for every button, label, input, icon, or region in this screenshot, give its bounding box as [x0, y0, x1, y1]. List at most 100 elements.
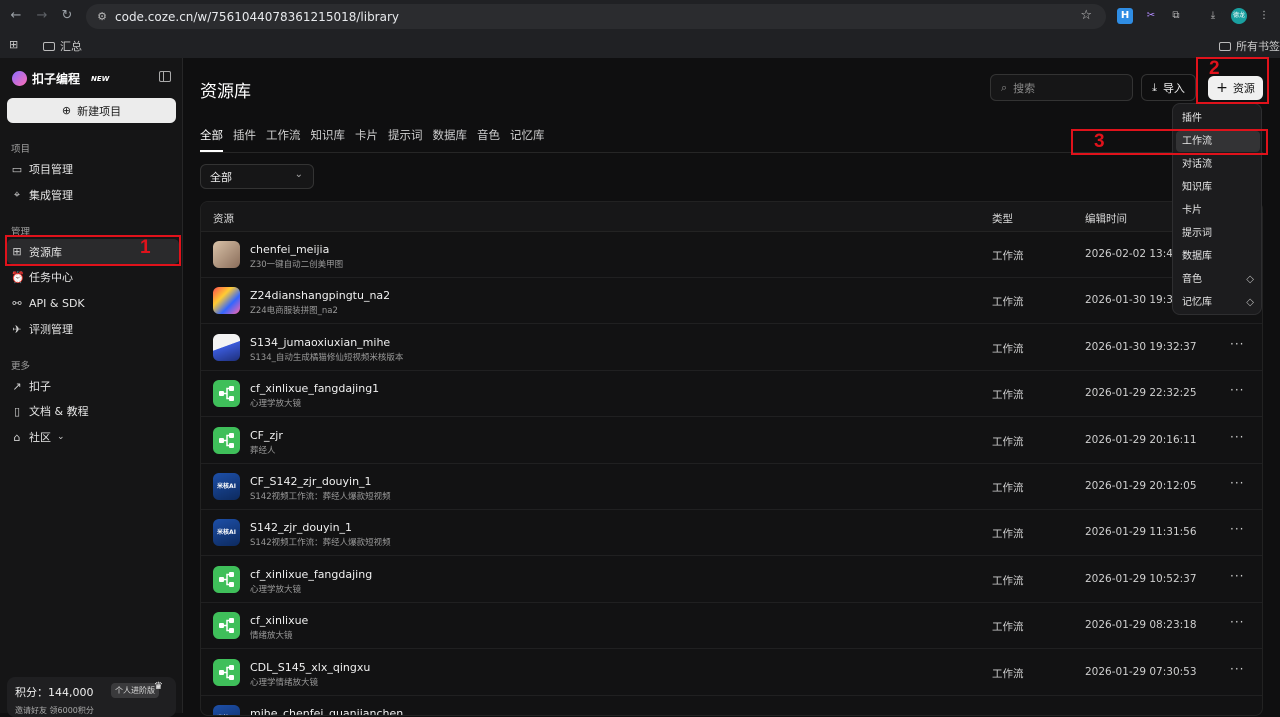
resource-description: Z24电商服装拼图_na2: [250, 306, 338, 317]
sidebar-item-evaluation[interactable]: ✈ 评测管理: [11, 319, 73, 339]
table-row[interactable]: 米核AI CF_S142_zjr_douyin_1 S142视频工作流：葬经人爆款短…: [201, 464, 1262, 510]
tab-all[interactable]: 全部: [200, 127, 229, 152]
extensions-puzzle-icon[interactable]: ⧉: [1168, 8, 1184, 24]
download-icon[interactable]: ⤓: [1205, 8, 1221, 24]
resource-description: 心理学放大镜: [250, 399, 302, 410]
dropdown-item-label: 音色: [1182, 274, 1202, 285]
tab-voice[interactable]: 音色: [477, 127, 506, 151]
dropdown-item[interactable]: 音色 ◇: [1176, 269, 1260, 290]
sidebar-item-docs[interactable]: ▯ 文档 & 教程: [11, 401, 89, 421]
dropdown-item[interactable]: 记忆库 ◇: [1176, 292, 1260, 313]
more-actions-icon[interactable]: ···: [1230, 522, 1244, 536]
search-input[interactable]: ⌕ 搜索: [990, 74, 1133, 101]
sidebar-item-community[interactable]: ⌂ 社区 ⌄: [11, 427, 65, 447]
main-content: 资源库 ⌕ 搜索 ⤓ 导入 + 资源 全部 插件 工作流 知识库 卡片 提示词 …: [184, 58, 1280, 716]
reload-icon[interactable]: ↻: [59, 8, 75, 24]
resource-thumbnail: [213, 658, 240, 686]
sidebar-item-coze[interactable]: ↗ 扣子: [11, 376, 51, 396]
profile-avatar[interactable]: 德龙: [1231, 8, 1247, 24]
browser-menu-icon[interactable]: ⋮: [1256, 8, 1272, 24]
more-actions-icon[interactable]: ···: [1230, 615, 1244, 629]
dropdown-item-label: 插件: [1182, 113, 1202, 124]
resource-edit-time: 2026-01-29 22:32:25: [1085, 387, 1197, 400]
bookmark-folder[interactable]: 汇总: [43, 38, 82, 54]
tab-database[interactable]: 数据库: [433, 127, 474, 151]
type-filter-select[interactable]: 全部 ⌄: [200, 164, 314, 189]
new-project-button[interactable]: ⊕ 新建项目: [7, 98, 176, 123]
resource-thumbnail: 米核AI: [213, 519, 240, 547]
resource-type: 工作流: [992, 621, 1024, 634]
import-button[interactable]: ⤓ 导入: [1141, 74, 1196, 101]
brand[interactable]: 扣子编程 NEW: [12, 70, 109, 87]
thumbnail-badge: 米核AI: [217, 483, 236, 490]
resource-thumbnail: [213, 612, 240, 640]
resource-thumbnail: 米核AI: [213, 473, 240, 500]
tab-card[interactable]: 卡片: [355, 127, 384, 151]
resource-description: 心理学情绪放大镜: [250, 677, 319, 688]
resource-edit-time: 2026-01-29 08:23:18: [1085, 619, 1197, 632]
more-actions-icon[interactable]: ···: [1230, 569, 1244, 583]
credits-panel[interactable]: 积分：144,000 个人进阶版 ♛ 邀请好友 领6000积分: [7, 677, 176, 717]
dropdown-item[interactable]: 插件: [1176, 108, 1260, 129]
tab-workflow[interactable]: 工作流: [266, 127, 307, 151]
tab-prompt[interactable]: 提示词: [388, 127, 429, 151]
column-header-resource: 资源: [213, 213, 234, 225]
all-bookmarks[interactable]: 所有书签: [1219, 38, 1280, 54]
resource-thumbnail: [213, 426, 240, 454]
site-settings-icon[interactable]: ⚙: [95, 10, 109, 24]
apps-grid-icon[interactable]: ⊞: [9, 38, 18, 51]
more-actions-icon[interactable]: ···: [1230, 383, 1244, 397]
table-row[interactable]: CF_zjr 葬经人 工作流 2026-01-29 20:16:11 ···: [201, 418, 1262, 464]
table-row[interactable]: 米核AI S142_zjr_douyin_1 S142视频工作流：葬经人爆款短视频 工…: [201, 510, 1262, 557]
resource-edit-time: 2026-01-29 07:30:53: [1085, 665, 1197, 678]
dropdown-item[interactable]: 提示词: [1176, 223, 1260, 244]
more-actions-icon[interactable]: ···: [1230, 430, 1244, 444]
back-icon[interactable]: ←: [8, 8, 24, 24]
bookmark-folder-label: 汇总: [60, 40, 82, 53]
sidebar-item-task-center[interactable]: ⏰ 任务中心: [11, 267, 73, 287]
sidebar-item-api-sdk[interactable]: ⚯ API & SDK: [11, 293, 84, 313]
tab-plugin[interactable]: 插件: [233, 127, 262, 151]
resource-type: 工作流: [992, 389, 1024, 402]
forward-icon[interactable]: →: [34, 8, 50, 24]
table-row[interactable]: CDL_S145_xlx_qingxu 心理学情绪放大镜 工作流 2026-01-29…: [201, 650, 1262, 696]
annotation-number-3: 3: [1094, 131, 1105, 152]
dropdown-item[interactable]: 卡片: [1176, 200, 1260, 221]
resource-edit-time: 2026-01-30 19:34: [1085, 294, 1180, 307]
table-row[interactable]: S134_jumaoxiuxian_mihe S134_自动生成橘猫修仙短视频米核…: [201, 325, 1262, 371]
table-row[interactable]: cf_xinlixue_fangdajing1 心理学放大镜 工作流 2026-01-…: [201, 371, 1262, 418]
workflow-icon: [219, 432, 234, 448]
dropdown-item[interactable]: 知识库: [1176, 177, 1260, 198]
resource-description: S142视频工作流：葬经人爆款短视频: [250, 492, 391, 502]
resource-description: 心理学放大镜: [250, 584, 302, 595]
column-header-edited[interactable]: 编辑时间: [1085, 211, 1127, 226]
sidebar-item-project-management[interactable]: ▭ 项目管理: [11, 159, 73, 179]
dropdown-item[interactable]: 数据库: [1176, 246, 1260, 267]
table-row[interactable]: 米核AI mihe_chenfei_quanjianchen: [201, 696, 1262, 715]
table-row[interactable]: cf_xinlixue_fangdajing 心理学放大镜 工作流 2026-01-2…: [201, 557, 1262, 603]
invite-text[interactable]: 邀请好友 领6000积分: [15, 705, 94, 716]
sidebar-item-integration[interactable]: ⌖ 集成管理: [11, 185, 73, 205]
tab-knowledge[interactable]: 知识库: [311, 127, 352, 151]
sidebar-item-label: 评测管理: [29, 323, 73, 336]
extension-h-icon[interactable]: H: [1117, 8, 1133, 24]
resource-thumbnail: [213, 333, 240, 361]
extension-scissors-icon[interactable]: ✂: [1143, 8, 1159, 24]
bookmark-star-icon[interactable]: ☆: [1080, 8, 1092, 23]
resource-description: S142视频工作流：葬经人爆款短视频: [250, 538, 391, 549]
table-row[interactable]: chenfei_meijia Z30一键自动二创美甲图 工作流 2026-02-02 …: [201, 232, 1262, 278]
address-bar[interactable]: ⚙ code.coze.cn/w/7561044078361215018/lib…: [86, 4, 1106, 29]
more-actions-icon[interactable]: ···: [1230, 662, 1244, 676]
sidebar-collapse-icon[interactable]: [159, 71, 171, 82]
dropdown-item[interactable]: 对话流: [1176, 154, 1260, 175]
tab-memory[interactable]: 记忆库: [510, 127, 551, 151]
resource-name: Z24dianshangpingtu_na2: [250, 289, 391, 303]
column-header-type[interactable]: 类型: [992, 211, 1013, 226]
more-actions-icon[interactable]: ···: [1230, 476, 1244, 490]
crown-icon: ♛: [154, 681, 163, 692]
folder-icon: [1219, 41, 1231, 51]
more-actions-icon[interactable]: ···: [1230, 337, 1244, 351]
resource-edit-time: 2026-01-29 11:31:56: [1085, 526, 1197, 539]
table-row[interactable]: cf_xinlixue 情绪放大镜 工作流 2026-01-29 08:23:18 ··…: [201, 603, 1262, 650]
table-row[interactable]: Z24dianshangpingtu_na2 Z24电商服装拼图_na2 工作流 20…: [201, 278, 1262, 325]
